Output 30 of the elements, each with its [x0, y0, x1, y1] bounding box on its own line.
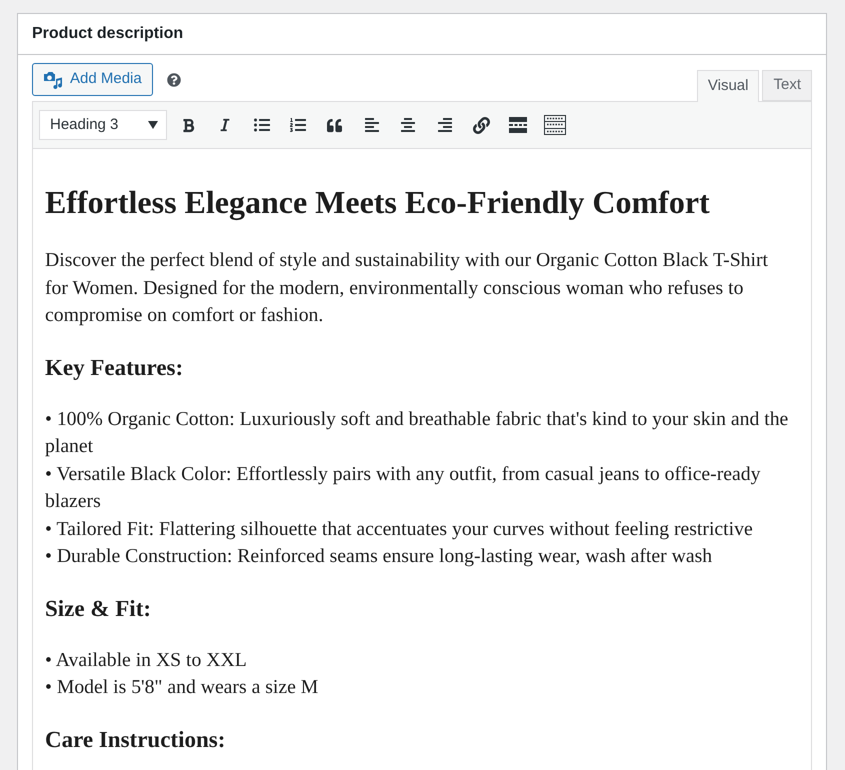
bullet-line: • Durable Construction: Reinforced seams ensure long-lasting wear, wash after wash [45, 544, 714, 569]
numbered-list-icon [290, 117, 306, 133]
align-center-icon [400, 117, 416, 133]
section-heading: Size & Fit: [45, 594, 152, 622]
editor-tab[interactable]: Visual [696, 70, 760, 102]
bullet-line: • Tailored Fit: Flattering silhouette that accentuates your curves without feeling restrictive [45, 516, 754, 542]
link-icon [472, 116, 490, 134]
horizontal-bars-icon [508, 117, 527, 133]
bullet-list-icon [254, 117, 270, 133]
help-icon[interactable] [166, 72, 181, 86]
bold-icon [181, 118, 196, 132]
editor-tab[interactable]: Text [762, 70, 812, 101]
content-paragraph: Discover the perfect blend of style and sustainability with our Organic Cotton Black T-Shirt for Women. Designed for the modern, environmentally conscious woman who refuses to compromise on comfort or fashion. [45, 248, 770, 328]
bullet-line: • Available in XS to XXL [45, 648, 248, 672]
keyboard-icon [544, 115, 566, 135]
align-right-icon [436, 117, 453, 133]
format-select[interactable]: Heading 3 [39, 110, 167, 140]
panel-title: Product description [32, 24, 184, 44]
bullet-line: • 100% Organic Cotton: Luxuriously soft and breathable fabric that's kind to your skin and the planet [45, 406, 790, 459]
add-media-button[interactable]: Add Media [32, 63, 153, 96]
camera-music-icon [43, 70, 63, 90]
section-heading: Key Features: [45, 354, 184, 382]
quote-icon [327, 118, 342, 132]
align-left-icon [364, 117, 380, 133]
bullet-line: • Versatile Black Color: Effortlessly pairs with any outfit, from casual jeans to office-ready blazers [45, 462, 762, 514]
caret-icon [148, 121, 158, 129]
italic-icon [218, 118, 232, 132]
section-heading: Care Instructions: [45, 726, 226, 754]
content-heading: Effortless Elegance Meets Eco-Friendly Comfort [45, 184, 711, 220]
bullet-line: • Model is 5'8" and wears a size M [45, 675, 320, 700]
